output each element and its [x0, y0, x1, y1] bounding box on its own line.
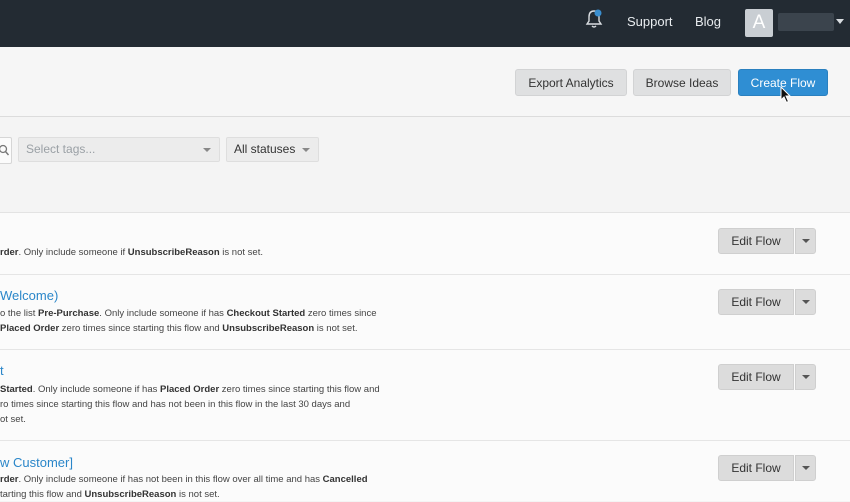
flow-description-keyword: rder — [0, 247, 19, 258]
edit-flow-button[interactable]: Edit Flow — [718, 228, 794, 254]
flow-description-text: . Only include someone if — [18, 247, 128, 258]
edit-flow-options-button[interactable] — [795, 228, 816, 254]
flow-description-keyword: UnsubscribeReason — [84, 489, 177, 500]
flow-row: w Customer] rder. Only include someone i… — [0, 441, 850, 501]
mouse-cursor-icon — [780, 86, 792, 104]
avatar[interactable]: A — [745, 9, 773, 37]
chevron-down-icon — [302, 148, 310, 152]
flow-description: rder. Only include someone if has not be… — [0, 472, 368, 502]
edit-flow-button[interactable]: Edit Flow — [718, 364, 794, 390]
support-link[interactable]: Support — [627, 14, 673, 29]
flow-description-text: is not set. — [219, 247, 263, 258]
flow-description-text: is not set. — [176, 489, 220, 500]
flow-description-text: tarting this flow and — [0, 489, 85, 500]
flow-description-text: zero times since starting this flow and — [219, 384, 380, 395]
flow-description: Started. Only include someone if has Pla… — [0, 382, 380, 427]
flow-description-text: ot set. — [0, 414, 26, 425]
chevron-down-icon — [802, 239, 810, 243]
edit-flow-options-button[interactable] — [795, 364, 816, 390]
flow-description-keyword: Cancelled — [322, 474, 368, 485]
flow-description-text: zero times since starting this flow and — [59, 323, 223, 334]
status-select[interactable]: All statuses — [226, 137, 319, 162]
flow-description: rder. Only include someone if Unsubscrib… — [0, 245, 263, 260]
flow-description-line: o the list Pre-Purchase. Only include so… — [0, 306, 377, 321]
chevron-down-icon — [802, 300, 810, 304]
flow-title-link[interactable]: t — [0, 363, 4, 378]
flow-description-text: . Only include someone if has — [32, 384, 160, 395]
flow-description-text: o the list — [0, 308, 39, 319]
flow-description-keyword: Started — [0, 384, 33, 395]
flow-description: o the list Pre-Purchase. Only include so… — [0, 306, 377, 336]
tags-select-placeholder: Select tags... — [26, 142, 96, 156]
blog-link[interactable]: Blog — [695, 14, 721, 29]
flow-row: rder. Only include someone if Unsubscrib… — [0, 213, 850, 275]
chevron-down-icon — [203, 148, 211, 152]
flow-description-line: rder. Only include someone if Unsubscrib… — [0, 245, 263, 260]
export-analytics-button[interactable]: Export Analytics — [515, 69, 627, 96]
flow-description-line: rder. Only include someone if has not be… — [0, 472, 368, 487]
flow-description-keyword: Placed Order — [160, 384, 220, 395]
flow-description-keyword: rder — [0, 474, 19, 485]
edit-flow-group: Edit Flow — [718, 364, 816, 390]
edit-flow-group: Edit Flow — [718, 228, 816, 254]
search-icon — [0, 144, 10, 156]
flow-description-keyword: UnsubscribeReason — [222, 323, 315, 334]
chevron-down-icon[interactable] — [836, 19, 844, 25]
flow-description-text: zero times since — [305, 308, 377, 319]
flow-description-text: ro times since starting this flow and ha… — [0, 399, 351, 410]
flow-description-line: ot set. — [0, 412, 380, 427]
top-nav-bar: Support Blog A — [0, 0, 850, 47]
edit-flow-options-button[interactable] — [795, 289, 816, 315]
chevron-down-icon — [802, 375, 810, 379]
edit-flow-options-button[interactable] — [795, 455, 816, 481]
flow-description-line: ro times since starting this flow and ha… — [0, 397, 380, 412]
flow-title-link[interactable]: w Customer] — [0, 455, 73, 470]
flow-description-keyword: Placed Order — [0, 323, 60, 334]
edit-flow-group: Edit Flow — [718, 289, 816, 315]
flow-description-keyword: UnsubscribeReason — [127, 247, 220, 258]
edit-flow-button[interactable]: Edit Flow — [718, 455, 794, 481]
notification-bell-icon[interactable] — [584, 8, 604, 30]
edit-flow-group: Edit Flow — [718, 455, 816, 481]
flow-description-line: Started. Only include someone if has Pla… — [0, 382, 380, 397]
flow-description-text: is not set. — [314, 323, 358, 334]
flow-description-text: . Only include someone if has — [99, 308, 227, 319]
flow-row: Welcome) o the list Pre-Purchase. Only i… — [0, 275, 850, 350]
chevron-down-icon — [802, 466, 810, 470]
browse-ideas-button[interactable]: Browse Ideas — [633, 69, 731, 96]
status-select-value: All statuses — [234, 142, 296, 156]
flow-list: rder. Only include someone if Unsubscrib… — [0, 212, 850, 501]
flow-description-text: . Only include someone if has not been i… — [18, 474, 323, 485]
flow-description-line: Placed Order zero times since starting t… — [0, 321, 377, 336]
flow-description-keyword: Pre-Purchase — [38, 308, 100, 319]
flow-title-link[interactable]: Welcome) — [0, 288, 58, 303]
flow-description-keyword: Checkout Started — [226, 308, 306, 319]
tags-select[interactable]: Select tags... — [18, 137, 220, 162]
edit-flow-button[interactable]: Edit Flow — [718, 289, 794, 315]
account-name-redacted[interactable] — [778, 13, 834, 31]
flow-row: t Started. Only include someone if has P… — [0, 350, 850, 441]
